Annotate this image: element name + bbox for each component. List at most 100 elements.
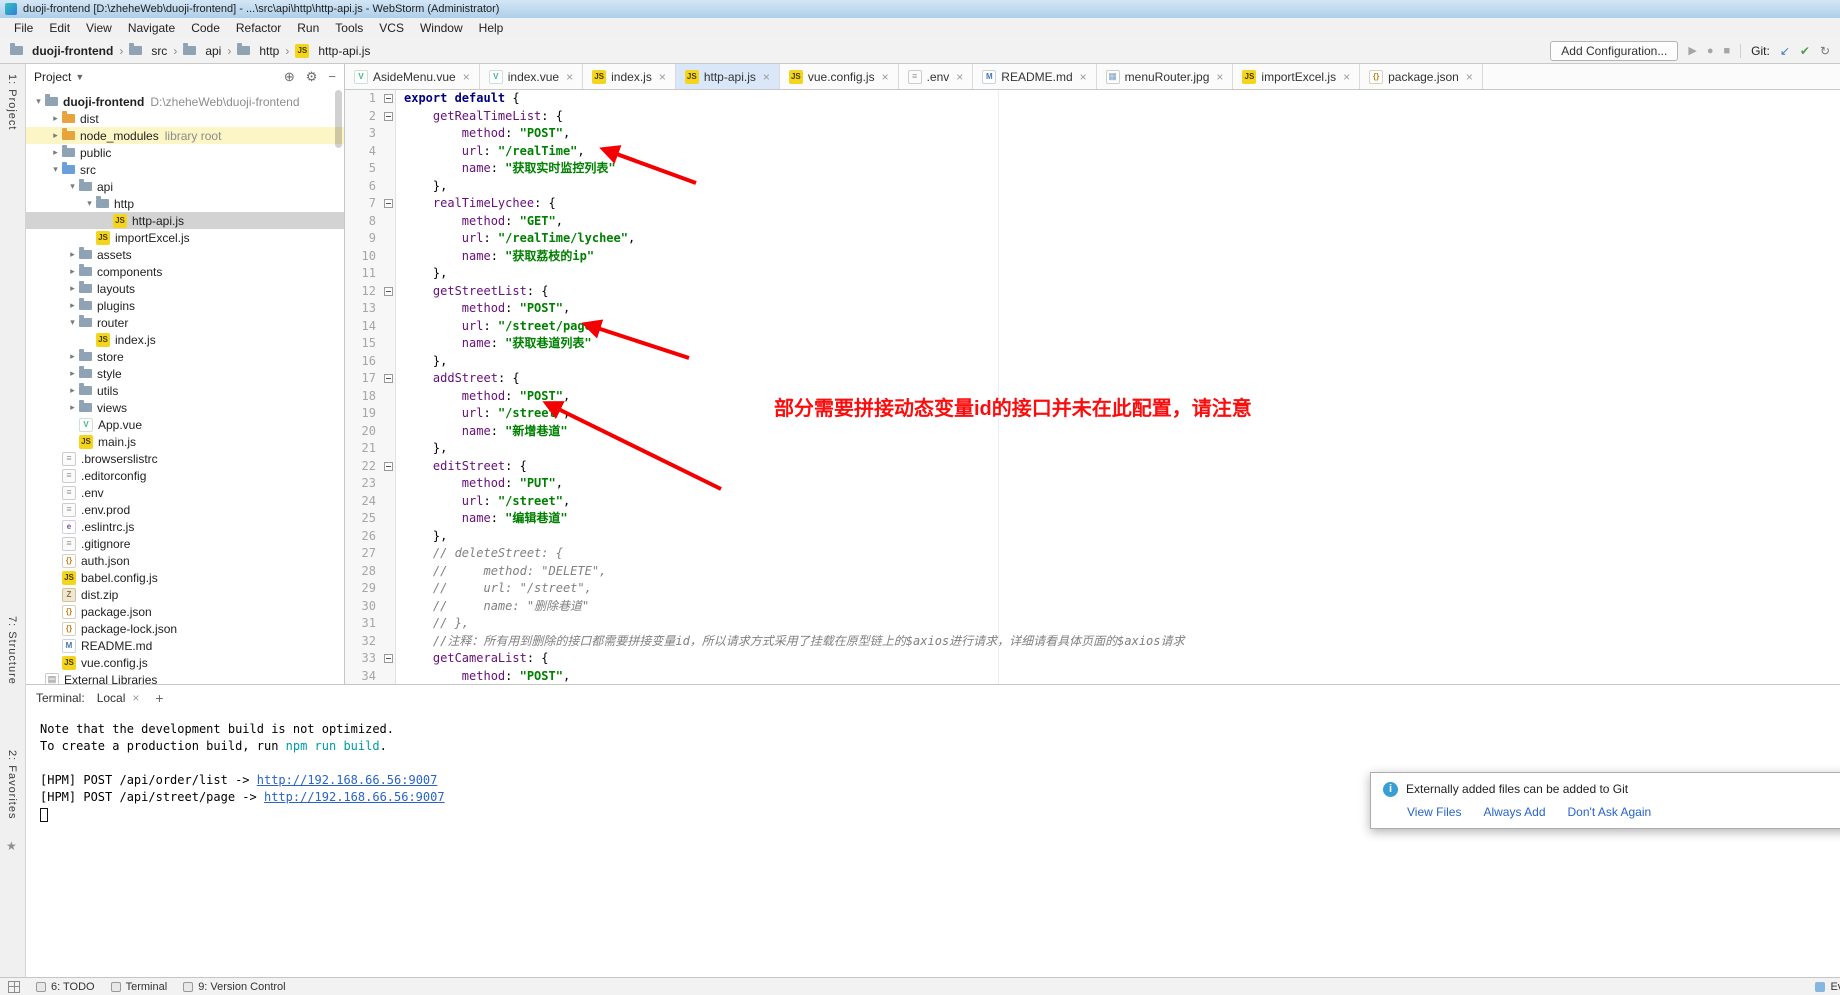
tree-item[interactable]: {}package.json bbox=[26, 603, 344, 620]
close-icon[interactable]: × bbox=[1216, 70, 1223, 84]
tree-item[interactable]: ▸style bbox=[26, 365, 344, 382]
tree-item[interactable]: ▾src bbox=[26, 161, 344, 178]
close-icon[interactable]: × bbox=[463, 70, 470, 84]
new-terminal-icon[interactable]: + bbox=[155, 690, 163, 706]
status-event-log[interactable]: Event Log bbox=[1815, 981, 1840, 993]
breadcrumb-item[interactable]: duoji-frontend bbox=[10, 44, 113, 58]
tree-item[interactable]: ▸assets bbox=[26, 246, 344, 263]
tree-item[interactable]: ▸public bbox=[26, 144, 344, 161]
toolwindow-toggle-icon[interactable] bbox=[8, 981, 20, 993]
code-line[interactable]: 26 }, bbox=[345, 528, 1840, 546]
code-line[interactable]: 28 // method: "DELETE", bbox=[345, 563, 1840, 581]
menu-item-refactor[interactable]: Refactor bbox=[228, 20, 289, 36]
menu-item-help[interactable]: Help bbox=[471, 20, 512, 36]
fold-icon[interactable] bbox=[384, 94, 393, 103]
chevron-right-icon[interactable]: ▸ bbox=[49, 130, 62, 141]
editor-tab[interactable]: ≡.env× bbox=[899, 64, 974, 89]
gear-icon[interactable]: ⚙ bbox=[306, 69, 318, 85]
tree-item[interactable]: JSimportExcel.js bbox=[26, 229, 344, 246]
tree-item[interactable]: ▸views bbox=[26, 399, 344, 416]
code-line[interactable]: 22 editStreet: { bbox=[345, 458, 1840, 476]
tree-item[interactable]: ▾router bbox=[26, 314, 344, 331]
menu-item-window[interactable]: Window bbox=[412, 20, 471, 36]
code-line[interactable]: 27 // deleteStreet: { bbox=[345, 545, 1840, 563]
notification-link[interactable]: View Files bbox=[1407, 805, 1461, 819]
editor-tab[interactable]: JSimportExcel.js× bbox=[1233, 64, 1360, 89]
tree-item[interactable]: ▸layouts bbox=[26, 280, 344, 297]
notification-link[interactable]: Always Add bbox=[1483, 805, 1545, 819]
code-line[interactable]: 6 }, bbox=[345, 178, 1840, 196]
code-line[interactable]: 29 // url: "/street", bbox=[345, 580, 1840, 598]
tree-item[interactable]: Zdist.zip bbox=[26, 586, 344, 603]
tree-item[interactable]: ▸components bbox=[26, 263, 344, 280]
close-icon[interactable]: × bbox=[1466, 70, 1473, 84]
run-button-icon[interactable]: ▶ bbox=[1688, 44, 1696, 57]
code-line[interactable]: 1export default { bbox=[345, 90, 1840, 108]
code-line[interactable]: 8 method: "GET", bbox=[345, 213, 1840, 231]
tree-item[interactable]: ▸dist bbox=[26, 110, 344, 127]
tree-item[interactable]: VApp.vue bbox=[26, 416, 344, 433]
status-item[interactable]: 9: Version Control bbox=[183, 981, 285, 993]
terminal-tab-local[interactable]: Local × bbox=[91, 689, 146, 707]
status-item[interactable]: 6: TODO bbox=[36, 981, 95, 993]
chevron-right-icon[interactable]: ▸ bbox=[49, 113, 62, 124]
debug-button-icon[interactable]: ● bbox=[1707, 45, 1714, 57]
tree-item[interactable]: JSindex.js bbox=[26, 331, 344, 348]
tree-item[interactable]: ▸utils bbox=[26, 382, 344, 399]
fold-icon[interactable] bbox=[384, 112, 393, 121]
code-line[interactable]: 7 realTimeLychee: { bbox=[345, 195, 1840, 213]
code-line[interactable]: 24 url: "/street", bbox=[345, 493, 1840, 511]
chevron-down-icon[interactable]: ▾ bbox=[49, 164, 62, 175]
add-configuration-button[interactable]: Add Configuration... bbox=[1550, 41, 1678, 61]
terminal-cursor[interactable] bbox=[40, 808, 48, 822]
notification-link[interactable]: Don't Ask Again bbox=[1568, 805, 1652, 819]
status-item[interactable]: Terminal bbox=[111, 981, 168, 993]
code-line[interactable]: 10 name: "获取荔枝的ip" bbox=[345, 248, 1840, 266]
editor-tab[interactable]: JSindex.js× bbox=[583, 64, 676, 89]
tool-button-project[interactable]: 1: Project bbox=[6, 74, 18, 130]
editor-tab[interactable]: VAsideMenu.vue× bbox=[345, 64, 480, 89]
menu-item-tools[interactable]: Tools bbox=[327, 20, 371, 36]
editor-tab[interactable]: MREADME.md× bbox=[973, 64, 1096, 89]
editor-tab[interactable]: JSvue.config.js× bbox=[780, 64, 899, 89]
menu-item-file[interactable]: File bbox=[6, 20, 41, 36]
tool-button-structure[interactable]: 7: Structure bbox=[6, 616, 18, 685]
tree-item[interactable]: {}package-lock.json bbox=[26, 620, 344, 637]
chevron-right-icon[interactable]: ▸ bbox=[66, 368, 79, 379]
tree-item[interactable]: ≡.env.prod bbox=[26, 501, 344, 518]
stop-button-icon[interactable]: ■ bbox=[1723, 45, 1730, 57]
tree-item[interactable]: ≡.env bbox=[26, 484, 344, 501]
close-icon[interactable]: × bbox=[566, 70, 573, 84]
code-line[interactable]: 21 }, bbox=[345, 440, 1840, 458]
editor-tab[interactable]: Vindex.vue× bbox=[480, 64, 583, 89]
terminal-link[interactable]: http://192.168.66.56:9007 bbox=[257, 773, 438, 787]
menu-item-vcs[interactable]: VCS bbox=[371, 20, 412, 36]
code-line[interactable]: 20 name: "新增巷道" bbox=[345, 423, 1840, 441]
editor-tab[interactable]: JShttp-api.js× bbox=[676, 64, 780, 89]
code-line[interactable]: 14 url: "/street/page", bbox=[345, 318, 1840, 336]
code-line[interactable]: 15 name: "获取巷道列表" bbox=[345, 335, 1840, 353]
chevron-right-icon[interactable]: ▸ bbox=[66, 249, 79, 260]
git-history-icon[interactable]: ↻ bbox=[1820, 44, 1830, 58]
terminal-output[interactable]: Note that the development build is not o… bbox=[26, 711, 1840, 977]
close-icon[interactable]: × bbox=[882, 70, 889, 84]
locate-file-icon[interactable]: ⊕ bbox=[284, 69, 295, 85]
code-line[interactable]: 23 method: "PUT", bbox=[345, 475, 1840, 493]
tree-item[interactable]: JSbabel.config.js bbox=[26, 569, 344, 586]
close-icon[interactable]: × bbox=[659, 70, 666, 84]
chevron-down-icon[interactable]: ▾ bbox=[66, 317, 79, 328]
chevron-right-icon[interactable]: ▸ bbox=[66, 351, 79, 362]
code-line[interactable]: 32 //注释：所有用到删除的接口都需要拼接变量id，所以请求方式采用了挂载在原… bbox=[345, 633, 1840, 651]
tree-item[interactable]: ≡.editorconfig bbox=[26, 467, 344, 484]
tree-item[interactable]: ≡.gitignore bbox=[26, 535, 344, 552]
code-line[interactable]: 16 }, bbox=[345, 353, 1840, 371]
breadcrumb-item[interactable]: http bbox=[237, 44, 279, 58]
fold-icon[interactable] bbox=[384, 199, 393, 208]
editor[interactable]: 1export default {2 getRealTimeList: {3 m… bbox=[345, 90, 1840, 684]
chevron-right-icon[interactable]: ▸ bbox=[66, 266, 79, 277]
close-icon[interactable]: × bbox=[132, 691, 139, 705]
chevron-right-icon[interactable]: ▸ bbox=[66, 402, 79, 413]
code-line[interactable]: 11 }, bbox=[345, 265, 1840, 283]
close-icon[interactable]: × bbox=[956, 70, 963, 84]
tree-item[interactable]: JSmain.js bbox=[26, 433, 344, 450]
